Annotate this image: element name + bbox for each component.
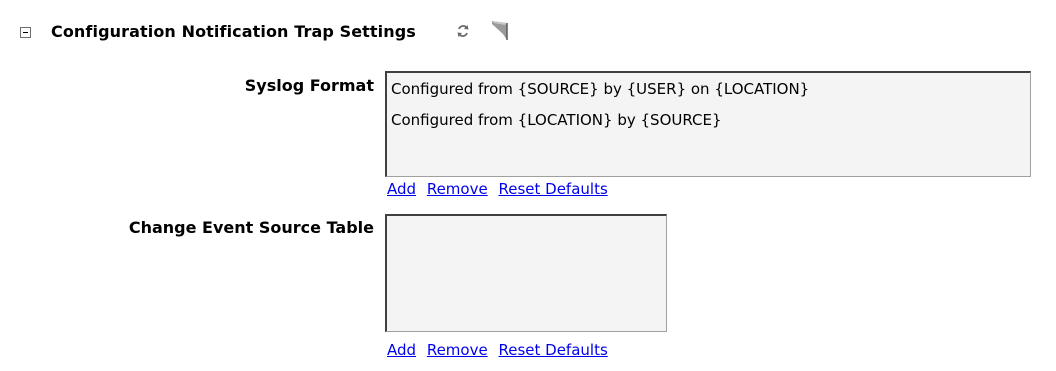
remove-link[interactable]: Remove [427, 180, 488, 198]
change-event-source-table-listbox[interactable] [385, 214, 667, 332]
reset-defaults-link[interactable]: Reset Defaults [498, 180, 607, 198]
minus-sign [23, 31, 28, 33]
change-event-source-table-actions: Add Remove Reset Defaults [387, 341, 614, 359]
section-header: Configuration Notification Trap Settings [20, 18, 509, 44]
reset-defaults-link[interactable]: Reset Defaults [498, 341, 607, 359]
add-link[interactable]: Add [387, 180, 416, 198]
add-link[interactable]: Add [387, 341, 416, 359]
flag-icon[interactable] [491, 20, 509, 42]
list-item[interactable]: Configured from {LOCATION} by {SOURCE} [387, 104, 1030, 136]
list-item[interactable]: Configured from {SOURCE} by {USER} on {L… [387, 73, 1030, 105]
collapse-toggle-icon[interactable] [20, 26, 31, 38]
syslog-format-label: Syslog Format [244, 76, 374, 95]
refresh-icon[interactable] [455, 23, 471, 39]
remove-link[interactable]: Remove [427, 341, 488, 359]
syslog-format-actions: Add Remove Reset Defaults [387, 180, 614, 198]
change-event-source-table-label: Change Event Source Table [128, 218, 374, 237]
section-title: Configuration Notification Trap Settings [51, 21, 416, 41]
syslog-format-listbox[interactable]: Configured from {SOURCE} by {USER} on {L… [385, 71, 1031, 177]
